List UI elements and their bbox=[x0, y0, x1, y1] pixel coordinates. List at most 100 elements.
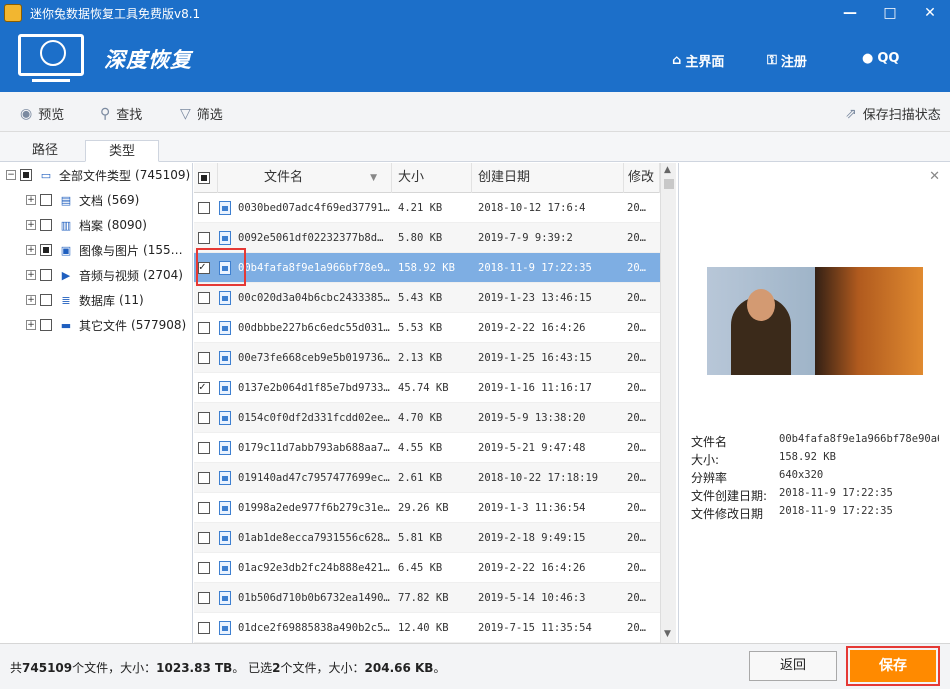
table-row[interactable]: 0092e5061df02232377b8d… 5.80 KB 2019-7-9 9… bbox=[194, 223, 660, 253]
tab-type[interactable]: 类型 bbox=[85, 140, 159, 162]
file-name: 01ac92e3db2fc24b888e421… bbox=[238, 562, 390, 574]
row-checkbox[interactable] bbox=[198, 202, 210, 214]
tree-item-other[interactable]: + ▬ 其它文件 (577908) bbox=[26, 315, 186, 335]
tree-item-count: (155… bbox=[143, 243, 183, 257]
tree-item-count: (577908) bbox=[131, 318, 187, 332]
filter-icon: ▽ bbox=[180, 105, 191, 122]
file-size: 4.55 KB bbox=[398, 442, 443, 454]
image-file-icon bbox=[219, 351, 231, 365]
file-modified: 20… bbox=[627, 592, 646, 604]
column-modified[interactable]: 修改日 bbox=[624, 163, 660, 193]
image-file-icon bbox=[219, 321, 231, 335]
tree-root[interactable]: − ▭ 全部文件类型 (745109) bbox=[6, 165, 190, 185]
maximize-icon[interactable]: □ bbox=[870, 0, 910, 26]
row-checkbox[interactable] bbox=[198, 592, 210, 604]
tree-item-archives[interactable]: + ▥ 档案 (8090) bbox=[26, 215, 147, 235]
table-row[interactable]: 01ac92e3db2fc24b888e421… 6.45 KB 2019-2-22… bbox=[194, 553, 660, 583]
table-row[interactable]: 00c020d3a04b6cbc2433385… 5.43 KB 2019-1-23… bbox=[194, 283, 660, 313]
view-tabs: 路径 类型 bbox=[0, 132, 950, 162]
file-created: 2018-11-9 17:22:35 bbox=[478, 262, 592, 274]
list-scrollbar[interactable]: ▲ ▼ bbox=[660, 163, 676, 643]
filter-button[interactable]: ▽ 筛选 bbox=[180, 104, 223, 124]
home-button[interactable]: ⌂ 主界面 bbox=[672, 51, 724, 70]
table-row[interactable]: 00dbbbe227b6c6edc55d031… 5.53 KB 2019-2-22… bbox=[194, 313, 660, 343]
expand-icon[interactable]: + bbox=[26, 270, 36, 280]
row-checkbox[interactable] bbox=[198, 380, 210, 394]
tree-item-database[interactable]: + ≣ 数据库 (11) bbox=[26, 290, 144, 310]
row-checkbox[interactable] bbox=[198, 232, 210, 244]
row-checkbox[interactable] bbox=[198, 502, 210, 514]
column-size[interactable]: 大小 bbox=[392, 163, 472, 193]
search-icon: ⚲ bbox=[100, 105, 111, 122]
collapse-icon[interactable]: − bbox=[6, 170, 16, 180]
expand-icon[interactable]: + bbox=[26, 320, 36, 330]
save-scan-label: 保存扫描状态 bbox=[862, 108, 941, 123]
expand-icon[interactable]: + bbox=[26, 220, 36, 230]
minimize-icon[interactable]: — bbox=[830, 0, 870, 26]
tree-item-checkbox[interactable] bbox=[40, 194, 52, 206]
scroll-up-icon[interactable]: ▲ bbox=[664, 165, 671, 175]
qq-button[interactable]: ● QQ bbox=[862, 51, 899, 66]
tab-path[interactable]: 路径 bbox=[8, 140, 82, 162]
tree-root-checkbox[interactable] bbox=[20, 169, 32, 181]
tree-item-label: 文档 bbox=[79, 193, 104, 208]
tree-item-checkbox[interactable] bbox=[40, 219, 52, 231]
row-checkbox[interactable] bbox=[198, 562, 210, 574]
table-row[interactable]: 01dce2f69885838a490b2c5… 12.40 KB 2019-7-1… bbox=[194, 613, 660, 643]
close-preview-icon[interactable]: ✕ bbox=[929, 169, 940, 184]
row-checkbox[interactable] bbox=[198, 322, 210, 334]
expand-icon[interactable]: + bbox=[26, 295, 36, 305]
file-created: 2019-7-9 9:39:2 bbox=[478, 232, 573, 244]
expand-icon[interactable]: + bbox=[26, 195, 36, 205]
tree-item-media[interactable]: + ▶ 音频与视频 (2704) bbox=[26, 265, 183, 285]
tree-item-label: 数据库 bbox=[79, 293, 116, 308]
file-created: 2019-1-3 11:36:54 bbox=[478, 502, 586, 514]
row-checkbox[interactable] bbox=[198, 532, 210, 544]
tree-item-checkbox[interactable] bbox=[40, 244, 52, 256]
file-size: 5.81 KB bbox=[398, 532, 443, 544]
preview-button[interactable]: ◉ 预览 bbox=[20, 104, 64, 124]
register-button[interactable]: ⚿ 注册 bbox=[767, 51, 807, 70]
row-checkbox[interactable] bbox=[198, 622, 210, 634]
table-row[interactable]: 0154c0f0df2d331fcdd02ee… 4.70 KB 2019-5-9 … bbox=[194, 403, 660, 433]
file-name: 01dce2f69885838a490b2c5… bbox=[238, 622, 390, 634]
select-all-checkbox[interactable] bbox=[198, 172, 210, 184]
info-key: 文件修改日期 bbox=[691, 507, 764, 521]
close-icon[interactable]: ✕ bbox=[910, 0, 950, 26]
table-row[interactable]: 01998a2ede977f6b279c31e… 29.26 KB 2019-1-3… bbox=[194, 493, 660, 523]
file-name: 0030bed07adc4f69ed37791… bbox=[238, 202, 390, 214]
file-created: 2019-1-25 16:43:15 bbox=[478, 352, 592, 364]
toolbar: ◉ 预览 ⚲ 查找 ▽ 筛选 ⇗ 保存扫描状态 bbox=[0, 92, 950, 132]
scroll-down-icon[interactable]: ▼ bbox=[664, 629, 671, 639]
tree-item-images[interactable]: + ▣ 图像与图片 (155… bbox=[26, 240, 183, 260]
tree-item-checkbox[interactable] bbox=[40, 319, 52, 331]
table-row[interactable]: 0179c11d7abb793ab688aa7… 4.55 KB 2019-5-21… bbox=[194, 433, 660, 463]
row-checkbox[interactable] bbox=[198, 472, 210, 484]
tree-item-documents[interactable]: + ▤ 文档 (569) bbox=[26, 190, 139, 210]
table-row[interactable]: 00e73fe668ceb9e5b019736… 2.13 KB 2019-1-25… bbox=[194, 343, 660, 373]
file-modified: 20… bbox=[627, 622, 646, 634]
table-row[interactable]: 0030bed07adc4f69ed37791… 4.21 KB 2018-10-1… bbox=[194, 193, 660, 223]
info-key: 分辨率 bbox=[691, 471, 728, 485]
table-row[interactable]: 019140ad47c7957477699ec… 2.61 KB 2018-10-2… bbox=[194, 463, 660, 493]
table-row[interactable]: 01ab1de8ecca7931556c628… 5.81 KB 2019-2-18… bbox=[194, 523, 660, 553]
scroll-thumb[interactable] bbox=[664, 179, 674, 189]
register-label: 注册 bbox=[780, 55, 807, 70]
tree-item-checkbox[interactable] bbox=[40, 269, 52, 281]
row-checkbox[interactable] bbox=[198, 292, 210, 304]
save-scan-button[interactable]: ⇗ 保存扫描状态 bbox=[845, 104, 941, 124]
row-checkbox[interactable] bbox=[198, 442, 210, 454]
row-checkbox[interactable] bbox=[198, 352, 210, 364]
table-row[interactable]: 01b506d710b0b6732ea1490… 77.82 KB 2019-5-1… bbox=[194, 583, 660, 613]
save-button[interactable]: 保存 bbox=[850, 650, 936, 682]
tree-item-checkbox[interactable] bbox=[40, 294, 52, 306]
back-button[interactable]: 返回 bbox=[749, 651, 837, 681]
selection-highlight bbox=[196, 248, 246, 286]
table-row[interactable]: 0137e2b064d1f85e7bd9733… 45.74 KB 2019-1-1… bbox=[194, 373, 660, 403]
row-checkbox[interactable] bbox=[198, 412, 210, 424]
search-button[interactable]: ⚲ 查找 bbox=[100, 104, 142, 124]
column-created[interactable]: 创建日期 bbox=[472, 163, 624, 193]
column-name[interactable]: 文件名 ▼ bbox=[218, 163, 392, 193]
table-row[interactable]: 00b4fafa8f9e1a966bf78e9… 158.92 KB 2018-11… bbox=[194, 253, 660, 283]
expand-icon[interactable]: + bbox=[26, 245, 36, 255]
